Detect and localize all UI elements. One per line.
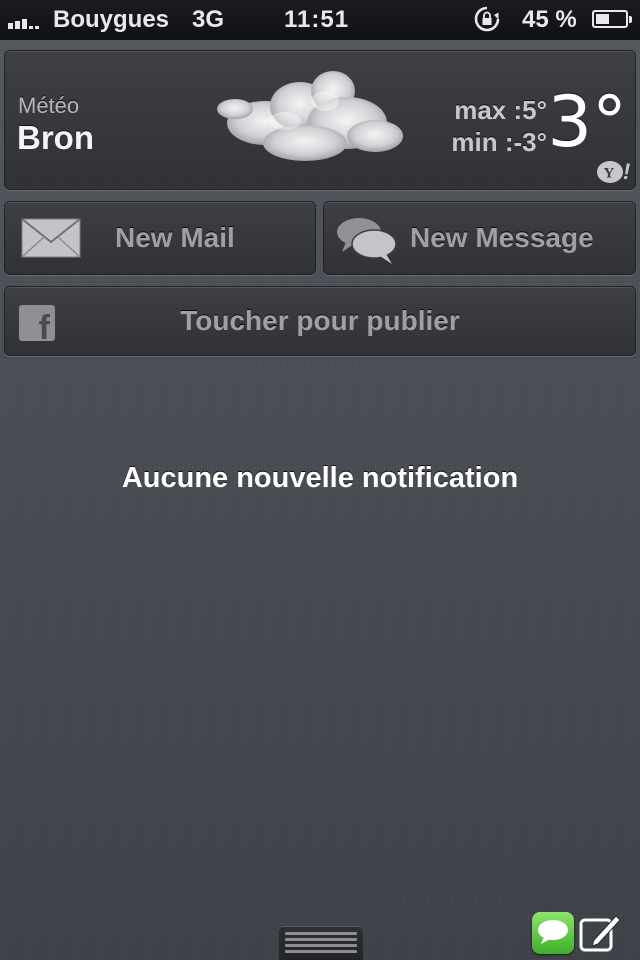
battery-percent: 45 % bbox=[522, 6, 577, 33]
battery-fill bbox=[596, 14, 609, 24]
weather-temperature: 3° bbox=[547, 81, 627, 163]
messages-app-icon[interactable] bbox=[532, 912, 574, 954]
status-time: 11:51 bbox=[284, 6, 350, 33]
grab-handle-icon[interactable] bbox=[279, 926, 363, 960]
compose-icon[interactable] bbox=[578, 912, 622, 954]
weather-widget[interactable]: Météo Bron max :5° min :-3° 3° Y ! bbox=[4, 50, 636, 190]
svg-text:!: ! bbox=[623, 159, 630, 184]
status-bar: Bouygues 3G 11:51 45 % bbox=[0, 0, 640, 40]
carrier-name: Bouygues bbox=[53, 6, 170, 33]
battery-icon bbox=[592, 10, 632, 28]
speech-bubbles-icon bbox=[337, 218, 397, 264]
cloud-icon bbox=[217, 71, 403, 161]
new-message-label: New Message bbox=[410, 222, 594, 253]
yahoo-icon: Y ! bbox=[597, 159, 630, 184]
weather-min: min :-3° bbox=[451, 127, 547, 157]
network-type: 3G bbox=[192, 6, 225, 33]
facebook-post-button[interactable]: f Toucher pour publier bbox=[4, 286, 636, 356]
weather-label: Météo bbox=[18, 93, 80, 118]
new-message-button[interactable]: New Message bbox=[323, 201, 636, 275]
weather-max: max :5° bbox=[454, 95, 547, 125]
svg-text:Y: Y bbox=[604, 166, 615, 182]
new-mail-label: New Mail bbox=[115, 222, 235, 253]
new-mail-button[interactable]: New Mail bbox=[4, 201, 316, 275]
no-notifications-text: Aucune nouvelle notification bbox=[121, 462, 519, 494]
rotation-lock-icon bbox=[474, 6, 500, 32]
weather-city: Bron bbox=[17, 119, 94, 156]
facebook-post-label: Toucher pour publier bbox=[180, 305, 460, 336]
signal-bars-icon bbox=[8, 13, 39, 29]
envelope-icon bbox=[21, 218, 81, 258]
